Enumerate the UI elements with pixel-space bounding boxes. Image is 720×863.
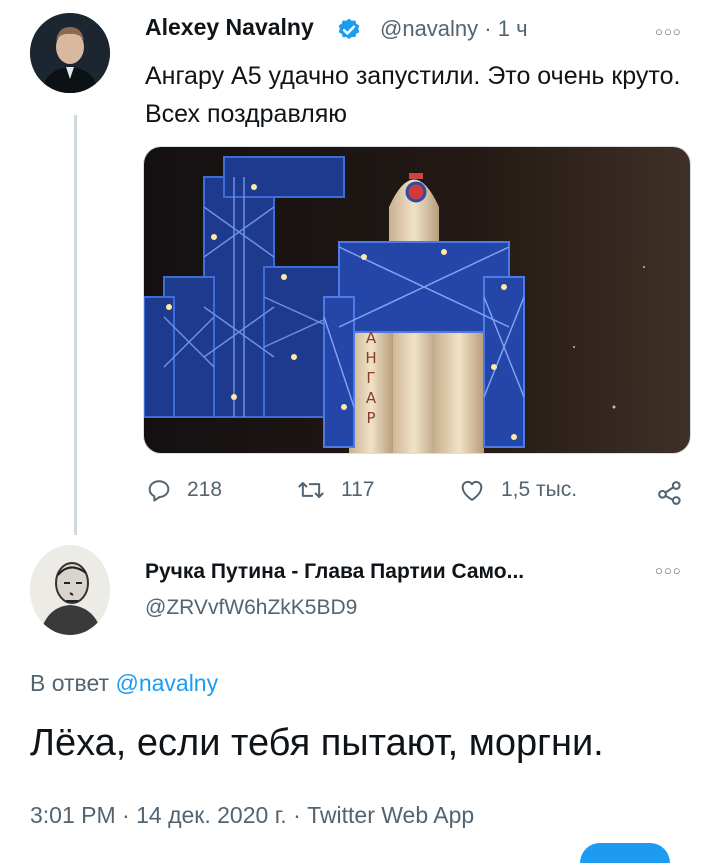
rocket-launch-photo: А Н Г А Р [144,147,690,453]
booster-letter: А [366,389,377,407]
booster-letter: Г [366,369,375,387]
tweet-meta: @navalny · 1 ч [380,16,528,42]
booster-letter: А [366,329,377,347]
reply-to-mention[interactable]: @navalny [115,670,218,696]
reply-to-line: В ответ @navalny [30,670,218,697]
meta-separator: · [484,16,492,41]
booster-lettering: А Н Г А Р [365,329,377,427]
avatar-navalny[interactable] [30,13,110,93]
more-icon[interactable]: ○○○ [655,24,682,39]
tweet-media-image[interactable]: А Н Г А Р [143,146,691,454]
footer-dot: · [122,802,130,828]
retweet-icon [298,482,324,498]
reply-action[interactable]: 218 [145,476,222,504]
avatar-reply-author[interactable] [30,545,110,635]
retweet-count: 117 [341,478,375,501]
more-icon[interactable]: ○○○ [655,563,682,578]
compose-tweet-button[interactable] [580,843,670,863]
author-handle[interactable]: @navalny [380,16,478,41]
tweet-text: Ангару А5 удачно запустили. Это очень кр… [145,62,681,128]
verified-badge-icon [338,18,360,39]
reply-icon [148,480,170,502]
share-icon[interactable] [655,478,685,508]
reply-tweet-text: Лёха, если тебя пытают, моргни. [30,722,604,764]
reply-to-prefix: В ответ [30,670,110,696]
tweet-time[interactable]: 1 ч [498,16,528,41]
like-icon [461,480,483,501]
booster-letter: Н [365,349,376,367]
footer-dot: · [293,802,301,828]
reply-time[interactable]: 3:01 PM [30,802,116,828]
like-count: 1,5 тыс. [501,478,578,501]
booster-letter: Р [366,409,375,427]
reply-date[interactable]: 14 дек. 2020 г. [136,802,287,828]
avatar-portrait-image [30,13,110,93]
retweet-action[interactable]: 117 [295,476,374,504]
like-action[interactable]: 1,5 тыс. [457,476,577,504]
reply-author-handle[interactable]: @ZRVvfW6hZkK5BD9 [145,596,357,620]
reply-author-name[interactable]: Ручка Путина - Глава Партии Само... [145,560,524,584]
reply-source[interactable]: Twitter Web App [307,802,474,828]
thread-connector-line [74,115,77,535]
tweet-timestamp-footer: 3:01 PM · 14 дек. 2020 г. · Twitter Web … [30,802,474,829]
avatar-sketch-image [30,545,110,635]
author-name[interactable]: Alexey Navalny [145,14,314,41]
reply-count: 218 [187,478,223,501]
